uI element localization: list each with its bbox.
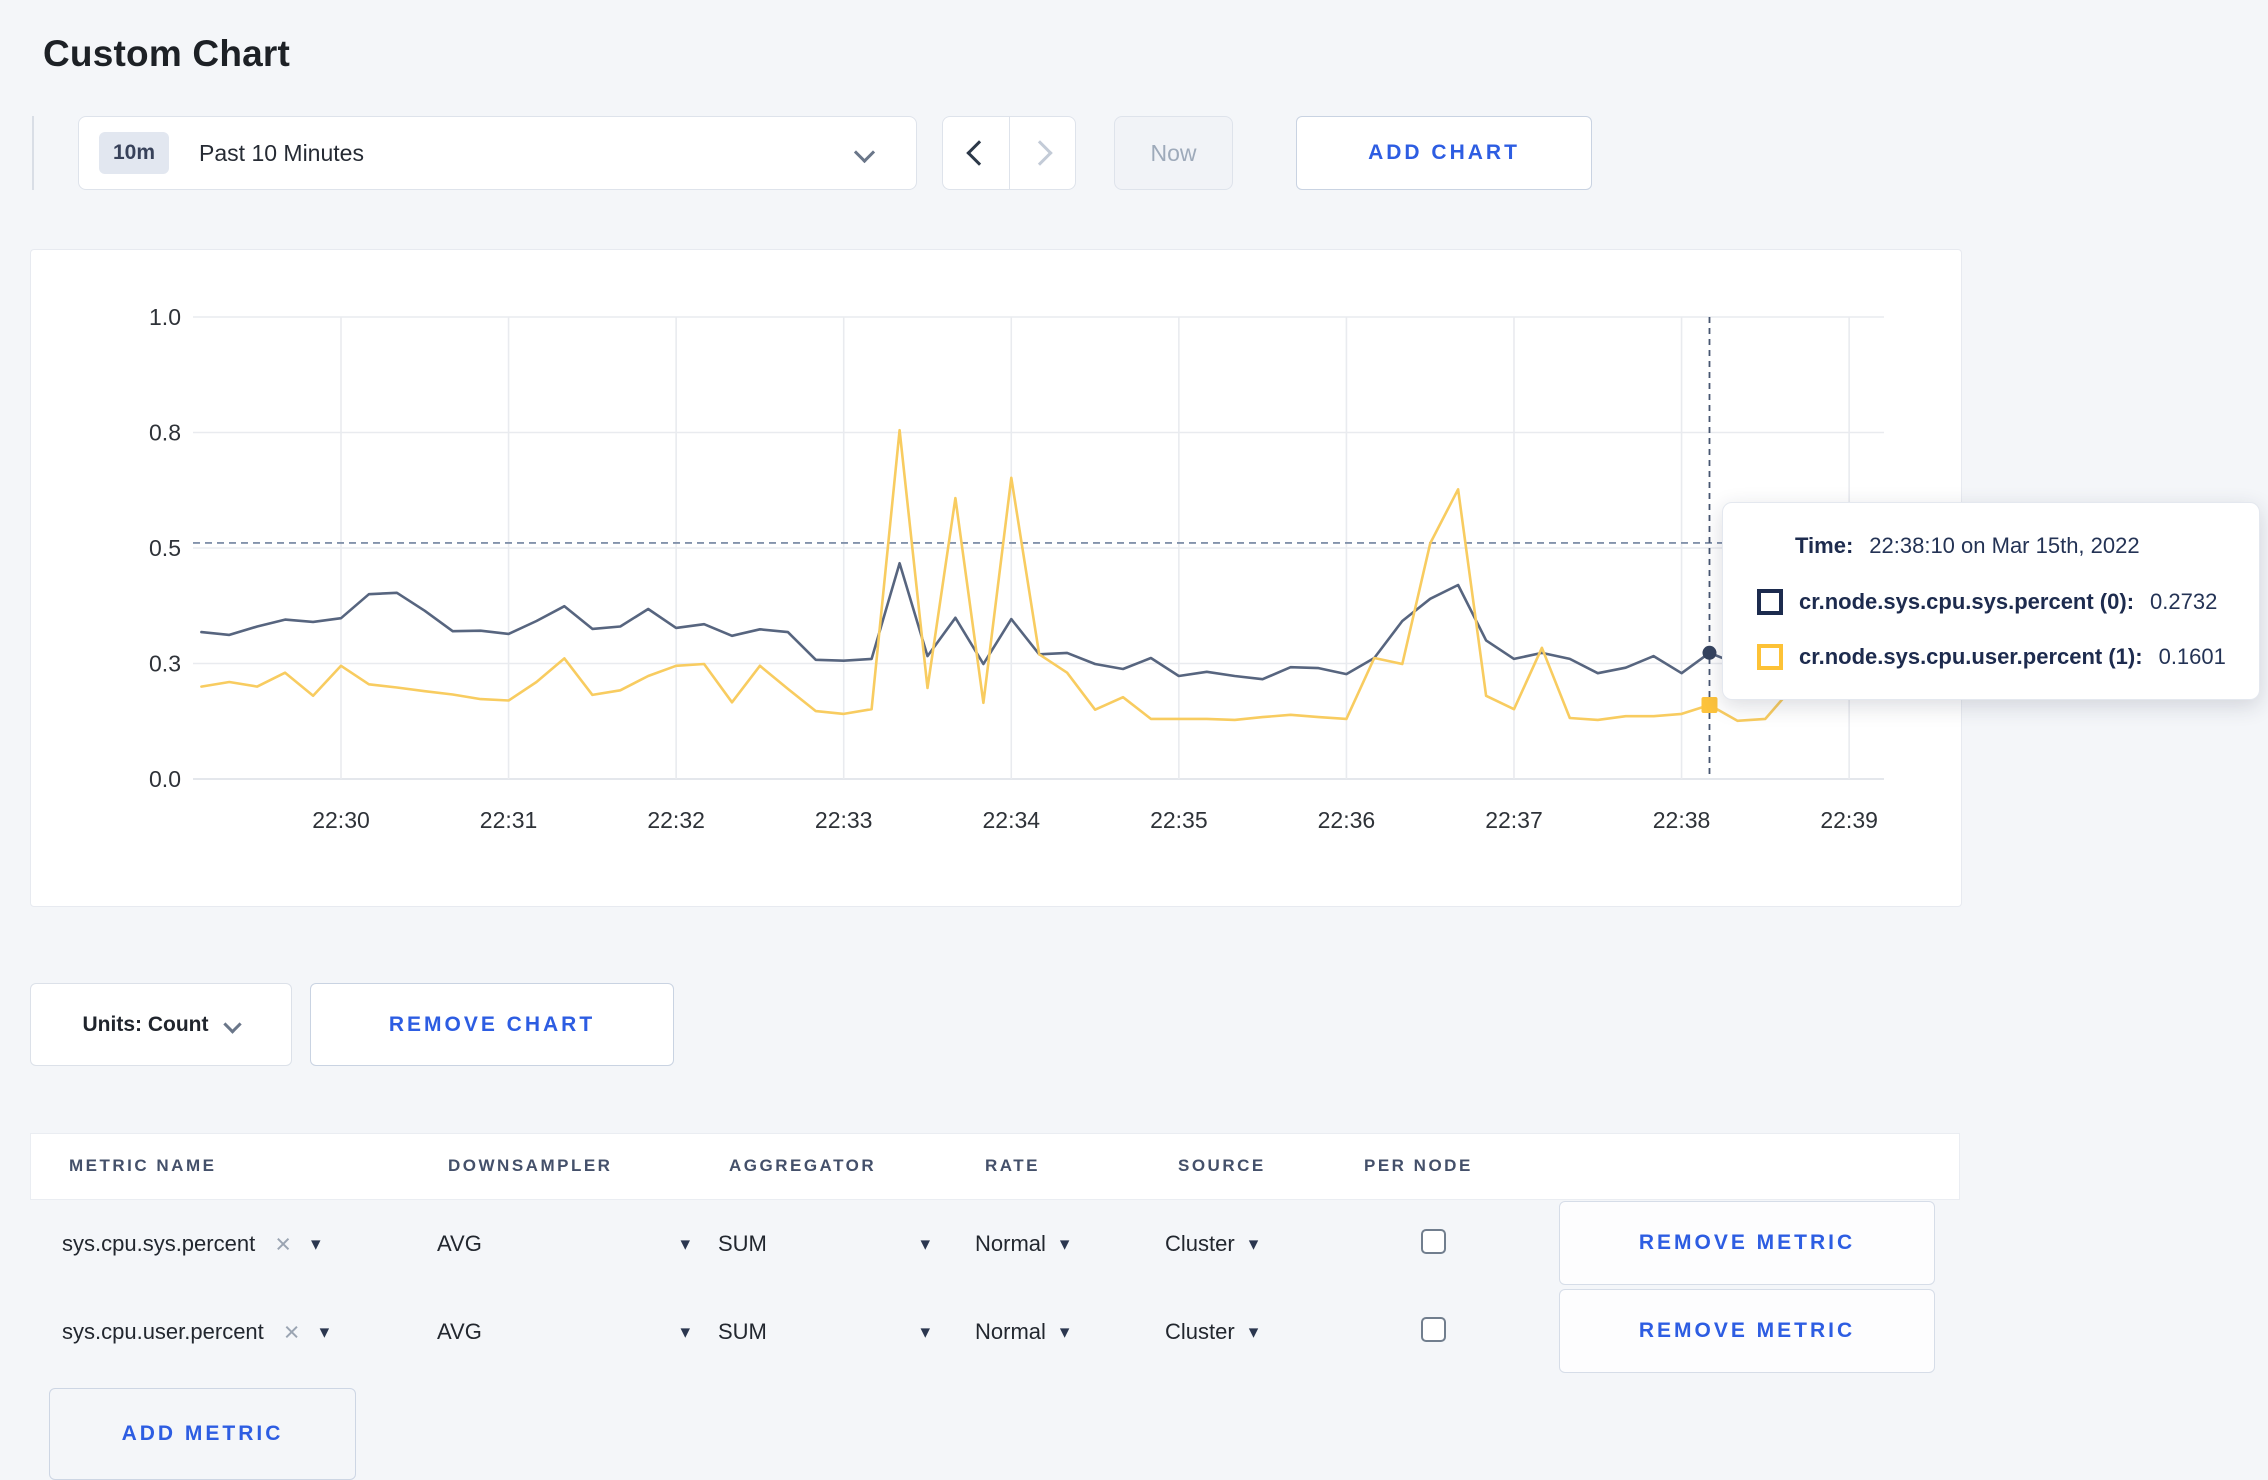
rate-value: Normal bbox=[975, 1231, 1046, 1256]
col-aggregator: AGGREGATOR bbox=[729, 1156, 877, 1175]
downsampler-value: AVG bbox=[437, 1231, 482, 1256]
metrics-table-header: METRIC NAME DOWNSAMPLER AGGREGATOR RATE … bbox=[30, 1133, 1960, 1200]
rate-select[interactable]: Normal ▾ bbox=[975, 1201, 1069, 1287]
svg-text:22:30: 22:30 bbox=[312, 807, 370, 833]
units-label: Units: Count bbox=[82, 1012, 209, 1036]
svg-text:22:35: 22:35 bbox=[1150, 807, 1208, 833]
svg-text:0.8: 0.8 bbox=[149, 420, 181, 446]
col-per-node: PER NODE bbox=[1364, 1156, 1473, 1175]
per-node-checkbox[interactable] bbox=[1421, 1229, 1446, 1254]
downsampler-select[interactable]: AVG ▾ bbox=[437, 1201, 690, 1287]
caret-down-icon: ▾ bbox=[310, 1233, 321, 1255]
per-node-checkbox[interactable] bbox=[1421, 1317, 1446, 1342]
svg-text:1.0: 1.0 bbox=[149, 304, 181, 330]
caret-down-icon: ▾ bbox=[920, 1321, 930, 1343]
col-downsampler: DOWNSAMPLER bbox=[448, 1156, 613, 1175]
rate-value: Normal bbox=[975, 1319, 1046, 1344]
remove-chart-button[interactable]: REMOVE CHART bbox=[310, 983, 674, 1066]
svg-text:22:34: 22:34 bbox=[982, 807, 1040, 833]
tooltip-series-user-value: 0.1601 bbox=[2158, 644, 2226, 669]
caret-down-icon: ▾ bbox=[319, 1321, 330, 1343]
time-window-badge: 10m bbox=[99, 132, 170, 174]
downsampler-value: AVG bbox=[437, 1319, 482, 1344]
svg-text:22:36: 22:36 bbox=[1318, 807, 1376, 833]
caret-down-icon: ▾ bbox=[1059, 1233, 1070, 1255]
chevron-down-icon bbox=[223, 1015, 243, 1034]
downsampler-select[interactable]: AVG ▾ bbox=[437, 1289, 690, 1375]
svg-text:22:33: 22:33 bbox=[815, 807, 873, 833]
chevron-left-icon bbox=[966, 140, 992, 166]
remove-metric-button[interactable]: REMOVE METRIC bbox=[1559, 1201, 1935, 1285]
caret-down-icon: ▾ bbox=[920, 1233, 930, 1255]
chevron-right-icon bbox=[1026, 140, 1053, 166]
aggregator-value: SUM bbox=[718, 1231, 767, 1256]
aggregator-select[interactable]: SUM ▾ bbox=[718, 1201, 930, 1287]
source-value: Cluster bbox=[1165, 1231, 1235, 1256]
source-select[interactable]: Cluster ▾ bbox=[1165, 1289, 1258, 1375]
time-next-button[interactable] bbox=[1009, 116, 1076, 190]
caret-down-icon: ▾ bbox=[1248, 1321, 1259, 1343]
table-row: sys.cpu.sys.percent × ▾ AVG ▾ SUM ▾ Norm… bbox=[30, 1201, 1960, 1287]
chart-tooltip: Time: 22:38:10 on Mar 15th, 2022 cr.node… bbox=[1722, 502, 2260, 700]
now-button[interactable]: Now bbox=[1114, 116, 1233, 190]
svg-text:22:37: 22:37 bbox=[1485, 807, 1543, 833]
add-chart-button[interactable]: ADD CHART bbox=[1296, 116, 1592, 190]
tooltip-time-value: 22:38:10 on Mar 15th, 2022 bbox=[1869, 533, 2140, 558]
aggregator-select[interactable]: SUM ▾ bbox=[718, 1289, 930, 1375]
caret-down-icon: ▾ bbox=[680, 1233, 690, 1255]
svg-text:22:39: 22:39 bbox=[1820, 807, 1878, 833]
tooltip-series-sys-label: cr.node.sys.cpu.sys.percent (0): bbox=[1799, 589, 2135, 614]
svg-text:0.0: 0.0 bbox=[149, 766, 181, 792]
metric-name-select[interactable]: sys.cpu.sys.percent × ▾ bbox=[62, 1201, 321, 1287]
source-value: Cluster bbox=[1165, 1319, 1235, 1344]
metric-name-value: sys.cpu.user.percent bbox=[62, 1319, 264, 1344]
tooltip-series-user-label: cr.node.sys.cpu.user.percent (1): bbox=[1799, 644, 2143, 669]
toolbar-divider bbox=[32, 116, 34, 190]
remove-tag-icon[interactable]: × bbox=[284, 1318, 300, 1346]
metric-name-value: sys.cpu.sys.percent bbox=[62, 1231, 256, 1256]
svg-text:22:38: 22:38 bbox=[1653, 807, 1711, 833]
svg-text:22:32: 22:32 bbox=[647, 807, 705, 833]
chevron-down-icon bbox=[853, 141, 876, 164]
units-dropdown[interactable]: Units: Count bbox=[30, 983, 292, 1066]
time-window-label: Past 10 Minutes bbox=[199, 139, 364, 166]
tooltip-time-label: Time: bbox=[1795, 533, 1854, 558]
time-window-dropdown[interactable]: 10m Past 10 Minutes bbox=[78, 116, 917, 190]
chart-panel[interactable]: 0.0 0.3 0.5 0.8 1.0 22:30 22:31 22:32 22:33 22:34… bbox=[30, 249, 1962, 907]
aggregator-value: SUM bbox=[718, 1319, 767, 1344]
series-sys-swatch-icon bbox=[1757, 589, 1783, 615]
svg-text:22:31: 22:31 bbox=[480, 807, 538, 833]
remove-tag-icon[interactable]: × bbox=[275, 1230, 291, 1258]
timeseries-chart[interactable]: 0.0 0.3 0.5 0.8 1.0 22:30 22:31 22:32 22:33 22:34… bbox=[31, 250, 1961, 906]
series-user-swatch-icon bbox=[1757, 644, 1783, 670]
svg-text:0.3: 0.3 bbox=[149, 651, 181, 677]
caret-down-icon: ▾ bbox=[680, 1321, 690, 1343]
svg-text:0.5: 0.5 bbox=[149, 535, 181, 561]
time-prev-button[interactable] bbox=[942, 116, 1009, 190]
table-row: sys.cpu.user.percent × ▾ AVG ▾ SUM ▾ Nor… bbox=[30, 1289, 1960, 1375]
col-metric-name: METRIC NAME bbox=[69, 1156, 217, 1175]
remove-metric-button[interactable]: REMOVE METRIC bbox=[1559, 1289, 1935, 1373]
caret-down-icon: ▾ bbox=[1248, 1233, 1259, 1255]
source-select[interactable]: Cluster ▾ bbox=[1165, 1201, 1258, 1287]
col-source: SOURCE bbox=[1178, 1156, 1266, 1175]
caret-down-icon: ▾ bbox=[1059, 1321, 1070, 1343]
metric-name-select[interactable]: sys.cpu.user.percent × ▾ bbox=[62, 1289, 329, 1375]
add-metric-button[interactable]: ADD METRIC bbox=[49, 1388, 356, 1480]
rate-select[interactable]: Normal ▾ bbox=[975, 1289, 1069, 1375]
col-rate: RATE bbox=[985, 1156, 1041, 1175]
tooltip-series-sys-value: 0.2732 bbox=[2150, 589, 2218, 614]
page-title: Custom Chart bbox=[43, 32, 291, 74]
